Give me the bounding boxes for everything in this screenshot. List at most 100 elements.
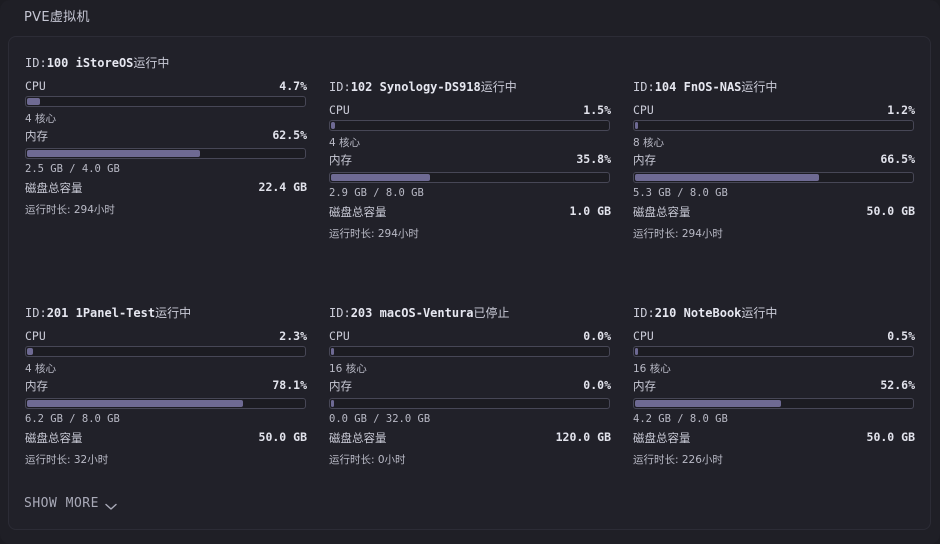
vm-id: 100 (46, 56, 69, 70)
disk-label: 磁盘总容量 (329, 205, 387, 219)
cpu-label: CPU (25, 329, 46, 343)
disk-row: 磁盘总容量 50.0 GB (633, 204, 915, 219)
uptime: 运行时长: 294小时 (25, 202, 115, 217)
cpu-bar (25, 96, 306, 107)
vm-title: ID:201 1Panel-Test运行中 (25, 304, 191, 321)
vm-id: 104 (654, 80, 677, 94)
memory-value: 0.0% (583, 378, 611, 392)
cpu-cores: 4 核心 (329, 135, 360, 150)
uptime-text: 运行时长: 294小时 (633, 228, 723, 240)
memory-row: 内存 52.6% (633, 378, 915, 393)
memory-value: 62.5% (272, 128, 307, 142)
cpu-value: 1.5% (583, 103, 611, 117)
cpu-bar (633, 346, 914, 357)
uptime-text: 运行时长: 226小时 (633, 454, 723, 466)
cpu-value: 1.2% (887, 103, 915, 117)
memory-value: 66.5% (880, 152, 915, 166)
cpu-value: 2.3% (279, 329, 307, 343)
memory-detail: 2.9 GB / 8.0 GB (329, 187, 424, 199)
uptime-text: 运行时长: 294小时 (329, 228, 419, 240)
vm-name: FnOS-NAS (683, 80, 742, 94)
uptime-text: 运行时长: 294小时 (25, 204, 115, 216)
memory-label: 内存 (25, 129, 48, 143)
uptime: 运行时长: 0小时 (329, 452, 406, 467)
cpu-row: CPU 0.0% (329, 329, 611, 344)
disk-label: 磁盘总容量 (25, 181, 83, 195)
vm-title: ID:102 Synology-DS918运行中 (329, 78, 517, 95)
vm-title: ID:210 NoteBook运行中 (633, 304, 777, 321)
memory-label: 内存 (329, 379, 352, 393)
memory-detail: 2.5 GB / 4.0 GB (25, 163, 120, 175)
show-more-button[interactable]: SHOW MORE (24, 496, 117, 511)
chevron-down-icon (105, 500, 117, 510)
uptime: 运行时长: 226小时 (633, 452, 723, 467)
disk-row: 磁盘总容量 50.0 GB (633, 430, 915, 445)
memory-bar (25, 148, 306, 159)
vm-name: NoteBook (683, 306, 742, 320)
disk-value: 1.0 GB (569, 204, 611, 218)
uptime-text: 运行时长: 32小时 (25, 454, 109, 466)
pve-vm-widget: PVE虚拟机 ID:100 iStoreOS运行中 CPU 4.7% 4 核心 内存 62… (0, 0, 940, 544)
disk-label: 磁盘总容量 (329, 431, 387, 445)
memory-row: 内存 0.0% (329, 378, 611, 393)
cpu-label: CPU (633, 103, 654, 117)
cpu-bar (633, 120, 914, 131)
memory-detail: 5.3 GB / 8.0 GB (633, 187, 728, 199)
vm-id-prefix: ID: (329, 306, 351, 320)
cpu-bar (25, 346, 306, 357)
disk-row: 磁盘总容量 1.0 GB (329, 204, 611, 219)
show-more-label: SHOW MORE (24, 496, 99, 511)
vm-id: 203 (350, 306, 373, 320)
uptime: 运行时长: 294小时 (329, 226, 419, 241)
cpu-cores: 4 核心 (25, 361, 56, 376)
cpu-cores-text: 4 核心 (25, 363, 57, 375)
memory-bar-fill (635, 400, 781, 407)
cpu-cores-text: 16 核心 (329, 363, 367, 375)
cpu-label: CPU (329, 329, 350, 343)
memory-label: 内存 (25, 379, 48, 393)
cpu-bar-fill (635, 122, 638, 129)
vm-status: 运行中 (133, 56, 170, 70)
cpu-value: 4.7% (279, 79, 307, 93)
cpu-value: 0.5% (887, 329, 915, 343)
disk-label: 磁盘总容量 (633, 205, 691, 219)
cpu-label: CPU (329, 103, 350, 117)
disk-value: 50.0 GB (866, 204, 915, 218)
memory-row: 内存 66.5% (633, 152, 915, 167)
cpu-row: CPU 0.5% (633, 329, 915, 344)
memory-bar-fill (331, 174, 430, 181)
disk-value: 50.0 GB (258, 430, 307, 444)
cpu-cores-text: 16 核心 (633, 363, 671, 375)
memory-bar-fill (331, 400, 334, 407)
cpu-row: CPU 4.7% (25, 79, 307, 94)
vm-id: 102 (350, 80, 373, 94)
cpu-bar-fill (635, 348, 638, 355)
memory-bar (633, 398, 914, 409)
memory-row: 内存 62.5% (25, 128, 307, 143)
cpu-cores-text: 4 核心 (329, 137, 361, 149)
memory-row: 内存 35.8% (329, 152, 611, 167)
memory-label: 内存 (633, 379, 656, 393)
memory-value: 52.6% (880, 378, 915, 392)
vm-id-prefix: ID: (329, 80, 351, 94)
cpu-cores-text: 8 核心 (633, 137, 665, 149)
cpu-cores-text: 4 核心 (25, 113, 57, 125)
cpu-bar-fill (27, 348, 33, 355)
vm-status: 运行中 (480, 80, 517, 94)
vm-id: 210 (654, 306, 677, 320)
memory-bar (329, 172, 610, 183)
cpu-bar-fill (331, 122, 335, 129)
disk-row: 磁盘总容量 120.0 GB (329, 430, 611, 445)
uptime-text: 运行时长: 0小时 (329, 454, 406, 466)
vm-title: ID:100 iStoreOS运行中 (25, 54, 169, 71)
vm-name: 1Panel-Test (75, 306, 156, 320)
widget-title: PVE虚拟机 (24, 10, 90, 25)
memory-label: 内存 (329, 153, 352, 167)
disk-value: 50.0 GB (866, 430, 915, 444)
memory-bar (25, 398, 306, 409)
vm-id-prefix: ID: (25, 56, 47, 70)
memory-detail: 4.2 GB / 8.0 GB (633, 413, 728, 425)
cpu-label: CPU (633, 329, 654, 343)
cpu-value: 0.0% (583, 329, 611, 343)
disk-value: 22.4 GB (258, 180, 307, 194)
